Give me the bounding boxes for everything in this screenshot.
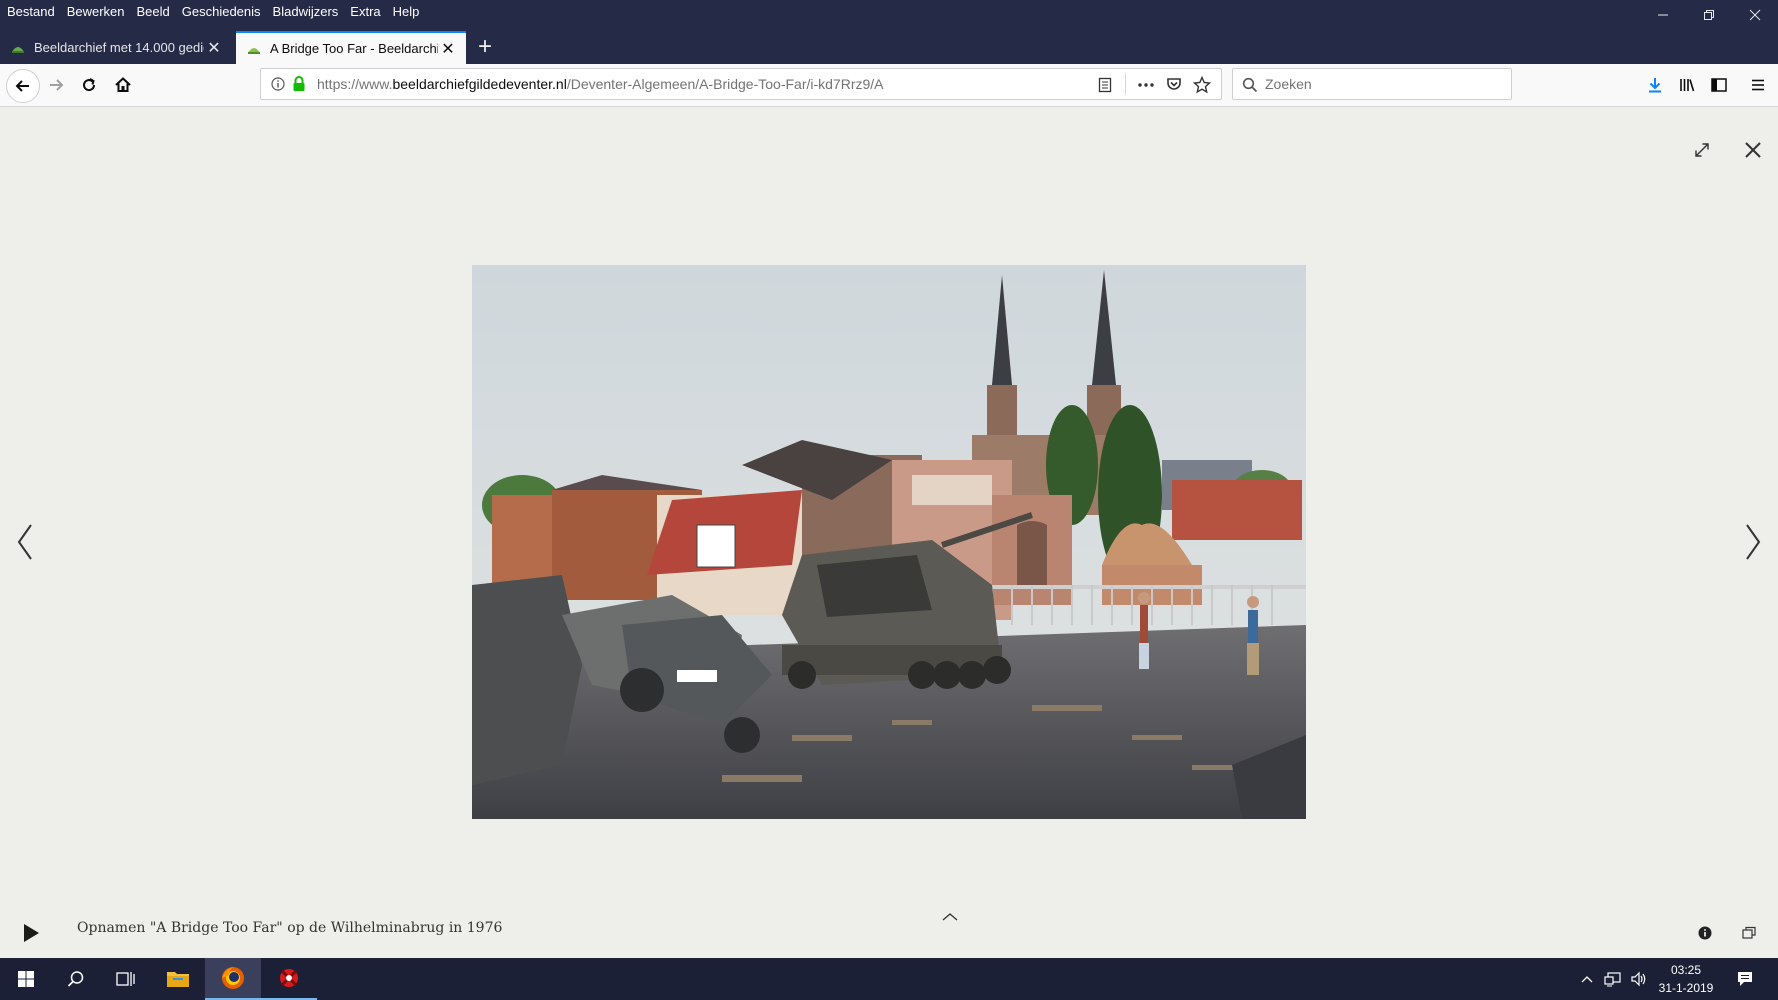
app-menu-button[interactable]	[1743, 70, 1773, 100]
library-icon	[1680, 79, 1695, 92]
restore-icon	[1704, 10, 1714, 20]
photo-window-button[interactable]	[1740, 924, 1758, 942]
firefox-icon	[222, 967, 244, 989]
url-prefix: https://www.	[317, 76, 393, 92]
bookmark-star-icon[interactable]	[1193, 76, 1211, 94]
reload-button[interactable]	[74, 70, 104, 100]
download-icon	[1649, 78, 1661, 93]
search-placeholder: Zoeken	[1265, 76, 1312, 92]
search-icon	[67, 971, 84, 987]
taskbar-clock[interactable]: 03:25 31-1-2019	[1654, 961, 1718, 997]
search-icon	[1242, 77, 1258, 93]
file-explorer-icon	[167, 972, 189, 987]
lock-icon[interactable]	[292, 76, 306, 92]
url-domain: beeldarchiefgildedeventer.nl	[392, 76, 567, 92]
tab-title: A Bridge Too Far - Beeldarchief	[270, 41, 438, 56]
menu-help[interactable]: Help	[393, 4, 420, 19]
file-explorer-button[interactable]	[152, 958, 204, 1000]
menu-bewerken[interactable]: Bewerken	[67, 4, 125, 19]
tab-title: Beeldarchief met 14.000 gedig	[34, 40, 204, 55]
next-arrow-icon	[1746, 524, 1761, 560]
firefox-taskbar-button[interactable]	[205, 958, 261, 1000]
url-path: /Deventer-Algemeen/A-Bridge-Too-Far/i-kd…	[566, 76, 884, 92]
minimize-button[interactable]	[1640, 0, 1686, 30]
red-app-icon	[280, 969, 298, 987]
photo-caption: Opnamen "A Bridge Too Far" op de Wilhelm…	[77, 920, 503, 936]
taskbar-search-button[interactable]	[50, 958, 102, 1000]
info-icon[interactable]	[271, 77, 285, 91]
more-icon[interactable]	[1137, 77, 1155, 93]
restore-button[interactable]	[1686, 0, 1732, 30]
downloads-button[interactable]	[1640, 70, 1670, 100]
menu-bar: Bestand Bewerken Beeld Geschiedenis Blad…	[0, 0, 424, 22]
url-separator	[1125, 73, 1126, 95]
menu-extra[interactable]: Extra	[350, 4, 380, 19]
lightbox-close-button[interactable]	[1740, 137, 1766, 163]
library-button[interactable]	[1672, 70, 1702, 100]
forward-icon	[50, 79, 64, 91]
forward-button[interactable]	[41, 70, 71, 100]
slideshow-play-button[interactable]	[18, 920, 44, 946]
site-favicon-icon	[248, 47, 260, 54]
show-hidden-icons-button[interactable]	[1576, 958, 1598, 1000]
close-icon	[1749, 9, 1761, 21]
notification-icon	[1738, 972, 1752, 986]
app-taskbar-button[interactable]	[261, 958, 317, 1000]
close-icon	[1745, 142, 1761, 158]
speaker-icon	[1631, 971, 1646, 987]
sidebar-icon	[1711, 78, 1727, 92]
start-button[interactable]	[0, 958, 52, 1000]
windows-start-icon	[18, 971, 34, 987]
url-text: https://www.beeldarchiefgildedeventer.nl…	[317, 76, 884, 92]
hamburger-menu-icon	[1752, 79, 1764, 91]
tab-close-icon[interactable]: ✕	[438, 39, 458, 59]
play-icon	[24, 924, 39, 942]
search-bar[interactable]: Zoeken	[1232, 68, 1512, 100]
url-bar[interactable]: https://www.beeldarchiefgildedeventer.nl…	[260, 68, 1222, 100]
window-icon	[1742, 926, 1756, 939]
window-close-button[interactable]	[1732, 0, 1778, 30]
sidebar-button[interactable]	[1704, 70, 1734, 100]
menu-bestand[interactable]: Bestand	[7, 4, 55, 19]
info-circle-icon	[1698, 926, 1712, 940]
menu-bladwijzers[interactable]: Bladwijzers	[273, 4, 339, 19]
network-icon	[1604, 972, 1621, 987]
tab-close-icon[interactable]: ✕	[204, 38, 224, 58]
tab-beeldarchief[interactable]: Beeldarchief met 14.000 gedig ✕	[0, 31, 232, 64]
prev-arrow-icon	[17, 524, 32, 560]
back-icon	[15, 80, 29, 92]
previous-photo-button[interactable]	[10, 520, 40, 564]
next-photo-button[interactable]	[1738, 520, 1768, 564]
fullscreen-button[interactable]	[1690, 138, 1714, 162]
minimize-icon	[1658, 14, 1668, 16]
photo-info-button[interactable]	[1696, 924, 1714, 942]
menu-beeld[interactable]: Beeld	[137, 4, 170, 19]
expand-up-icon	[942, 913, 958, 921]
action-center-button[interactable]	[1720, 958, 1770, 1000]
clock-time: 03:25	[1670, 963, 1702, 977]
site-favicon-icon	[12, 46, 24, 53]
network-button[interactable]	[1600, 958, 1626, 1000]
back-button[interactable]	[6, 69, 40, 103]
home-button[interactable]	[108, 70, 138, 100]
menu-geschiedenis[interactable]: Geschiedenis	[182, 4, 261, 19]
task-view-button[interactable]	[100, 958, 152, 1000]
reader-view-icon[interactable]	[1097, 77, 1113, 93]
taskview-icon	[116, 972, 135, 986]
plus-icon: +	[477, 33, 492, 60]
expand-caption-button[interactable]	[940, 908, 960, 926]
home-icon	[115, 77, 131, 92]
fullscreen-icon	[1695, 143, 1709, 157]
pocket-icon[interactable]	[1166, 76, 1182, 92]
clock-date: 31-1-2019	[1658, 981, 1714, 995]
lightbox-photo	[472, 265, 1306, 819]
volume-button[interactable]	[1626, 958, 1652, 1000]
reload-icon	[83, 78, 96, 92]
new-tab-button[interactable]: +	[470, 32, 500, 62]
tab-a-bridge-too-far[interactable]: A Bridge Too Far - Beeldarchief ✕	[236, 31, 466, 64]
chevron-up-icon	[1581, 976, 1593, 983]
